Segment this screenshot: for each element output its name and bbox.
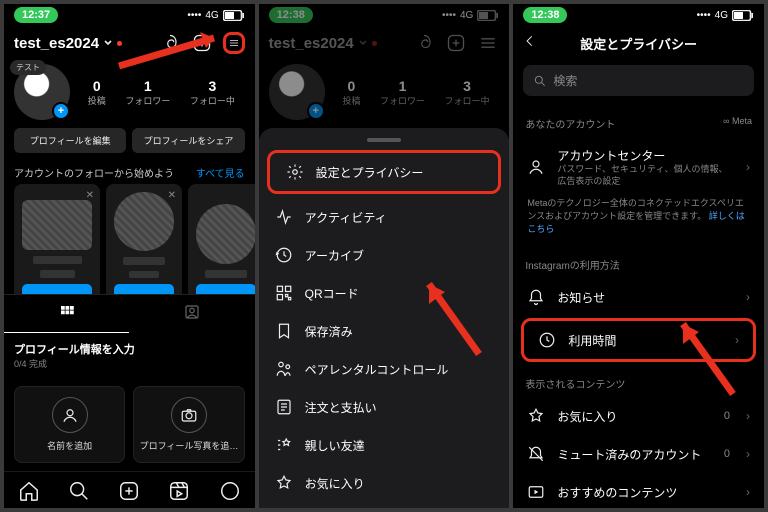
stat-followers[interactable]: 1フォロワー [125, 78, 170, 107]
meta-logo: ∞ Meta [723, 116, 752, 131]
row-title: アカウントセンター [557, 147, 734, 164]
star-icon [275, 474, 293, 492]
tab-grid[interactable] [4, 295, 129, 333]
edit-profile-button[interactable]: プロフィールを編集 [14, 128, 126, 153]
stat-following[interactable]: 3フォロー中 [190, 78, 235, 107]
settings-title: 設定とプライバシー [513, 26, 764, 61]
status-bar: 12:38 ••••4G [513, 4, 764, 26]
person-icon [52, 397, 88, 433]
close-icon[interactable]: ✕ [168, 190, 176, 201]
discover-card[interactable] [188, 184, 255, 294]
bell-icon [527, 288, 545, 306]
section-content-shown: 表示されるコンテンツ [525, 376, 625, 391]
stat-posts[interactable]: 0投稿 [88, 78, 106, 107]
menu-item-close-friends[interactable]: 親しい友達 [259, 426, 510, 464]
account-center-icon [527, 157, 545, 177]
chevron-right-icon: › [746, 160, 750, 174]
hamburger-menu-icon [477, 32, 499, 54]
test-badge: テスト [10, 60, 46, 75]
username-dropdown: test_es2024 [269, 35, 377, 52]
add-name-card[interactable]: 名前を追加 [14, 386, 125, 463]
menu-item-archive[interactable]: アーカイブ [259, 236, 510, 274]
row-favorites[interactable]: お気に入り 0› [513, 397, 764, 435]
account-center-desc: Metaのテクノロジー全体のコネクテッドエクスペリエンスおよびアカウント設定を管… [513, 197, 764, 245]
menu-item-favorites[interactable]: お気に入り [259, 464, 510, 502]
sheet-grabber[interactable] [367, 138, 401, 142]
row-account-center[interactable]: アカウントセンター パスワード、セキュリティ、個人の情報、広告表示の設定 › [513, 137, 764, 197]
mute-icon [527, 445, 545, 463]
search-input[interactable]: 検索 [523, 65, 754, 96]
archive-icon [275, 246, 293, 264]
new-post-icon [445, 32, 467, 54]
back-icon[interactable] [523, 34, 537, 51]
activity-icon [275, 208, 293, 226]
row-time-spent[interactable]: 利用時間 › [521, 318, 756, 362]
orders-icon [275, 398, 293, 416]
status-bar: 12:37 ••••4G [4, 4, 255, 26]
see-all-link[interactable]: すべて見る [196, 165, 245, 180]
row-muted[interactable]: ミュート済みのアカウント 0› [513, 435, 764, 473]
parental-icon [275, 360, 293, 378]
search-icon[interactable] [68, 480, 90, 502]
discover-cards[interactable]: ✕ ✕ [4, 184, 255, 294]
threads-icon[interactable] [159, 32, 181, 54]
complete-profile-sub: 0/4 完成 [14, 357, 245, 370]
profile-tabs [4, 294, 255, 333]
status-time: 12:37 [14, 7, 58, 23]
search-placeholder: 検索 [553, 72, 577, 89]
star-list-icon [275, 436, 293, 454]
username-dropdown[interactable]: test_es2024 [14, 35, 122, 52]
gear-icon [286, 163, 304, 181]
section-your-account: あなたのアカウント [525, 116, 615, 131]
username-text: test_es2024 [14, 35, 99, 52]
share-profile-button[interactable]: プロフィールをシェア [132, 128, 244, 153]
status-bar: 12:38 ••••4G [259, 4, 510, 26]
avatar[interactable]: テスト + [14, 64, 70, 120]
star-icon [527, 407, 545, 425]
profile-header: test_es2024 [4, 26, 255, 60]
notification-dot-icon [117, 41, 122, 46]
menu-item-saved[interactable]: 保存済み [259, 312, 510, 350]
reels-icon[interactable] [168, 480, 190, 502]
home-icon[interactable] [18, 480, 40, 502]
menu-item-activity[interactable]: アクティビティ [259, 198, 510, 236]
menu-item-parental[interactable]: ペアレンタルコントロール [259, 350, 510, 388]
suggested-icon [527, 483, 545, 501]
menu-item-qr[interactable]: QRコード [259, 274, 510, 312]
profile-stats-row: テスト + 0投稿 1フォロワー 3フォロー中 [4, 60, 255, 128]
add-photo-card[interactable]: プロフィール写真を追… [133, 386, 244, 463]
chevron-right-icon: › [735, 333, 739, 347]
complete-profile-title: プロフィール情報を入力 [14, 341, 245, 357]
status-right: ••••4G [187, 10, 244, 21]
bookmark-icon [275, 322, 293, 340]
clock-icon [538, 331, 556, 349]
threads-icon [413, 32, 435, 54]
tab-tagged[interactable] [129, 295, 254, 333]
menu-item-settings[interactable]: 設定とプライバシー [267, 150, 502, 194]
profile-icon[interactable] [219, 480, 241, 502]
status-time: 12:38 [523, 7, 567, 23]
create-icon[interactable] [118, 480, 140, 502]
discover-title: アカウントのフォローから始めよう [14, 165, 174, 180]
section-usage: Instagramの利用方法 [525, 257, 619, 272]
new-post-icon[interactable] [191, 32, 213, 54]
discover-card[interactable]: ✕ [106, 184, 182, 294]
discover-card[interactable]: ✕ [14, 184, 100, 294]
status-time: 12:38 [269, 7, 313, 23]
chevron-right-icon: › [746, 290, 750, 304]
add-story-icon[interactable]: + [52, 102, 70, 120]
menu-label: 設定とプライバシー [316, 164, 424, 181]
menu-sheet: 設定とプライバシー アクティビティ アーカイブ QRコード 保存済み ペアレンタ… [259, 128, 510, 508]
camera-icon [171, 397, 207, 433]
row-subtitle: パスワード、セキュリティ、個人の情報、広告表示の設定 [557, 164, 734, 187]
bottom-nav [4, 471, 255, 508]
row-notifications[interactable]: お知らせ › [513, 278, 764, 316]
row-suggested[interactable]: おすすめのコンテンツ› [513, 473, 764, 508]
qr-icon [275, 284, 293, 302]
hamburger-menu-icon[interactable] [223, 32, 245, 54]
menu-item-orders[interactable]: 注文と支払い [259, 388, 510, 426]
